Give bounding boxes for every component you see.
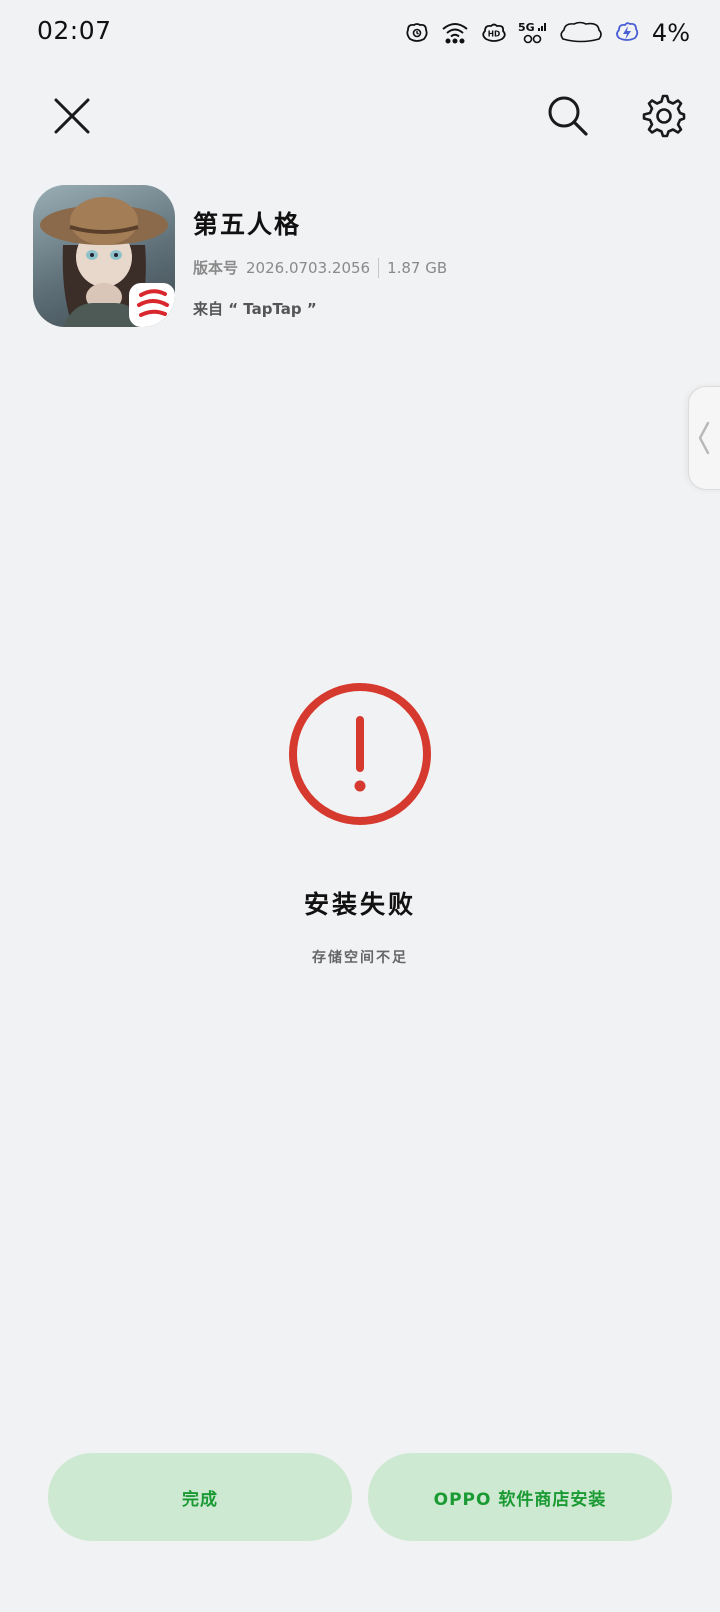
side-panel-handle[interactable] — [688, 386, 720, 490]
wifi-icon — [442, 23, 468, 44]
battery-percent: 4% — [651, 19, 690, 47]
status-time: 02:07 — [37, 16, 112, 45]
version-value: 2026.0703.2056 — [246, 258, 371, 277]
version-label: 版本号 — [193, 259, 239, 277]
meta-divider — [378, 257, 380, 278]
result-subtitle: 存储空间不足 — [312, 950, 408, 966]
app-icon-artwork — [40, 197, 175, 327]
svg-text:HD: HD — [488, 30, 501, 39]
hd-icon: HD — [482, 23, 506, 42]
alarm-icon — [406, 23, 428, 42]
status-bar: 02:07 HD 5G 4% — [0, 0, 720, 64]
search-button[interactable] — [538, 86, 598, 146]
done-button[interactable]: 完成 — [48, 1453, 352, 1541]
close-button[interactable] — [42, 86, 102, 146]
charging-icon — [616, 22, 639, 41]
app-source: 来自 “ TapTap ” — [193, 300, 317, 318]
close-icon — [54, 98, 90, 134]
signal-5g-icon: 5G — [518, 21, 546, 44]
app-info: 第五人格 版本号 2026.0703.2056 1.87 GB 来自 “ Tap… — [33, 185, 673, 327]
error-icon — [289, 683, 431, 825]
settings-button[interactable] — [634, 86, 694, 146]
search-icon — [548, 96, 588, 136]
store-install-button[interactable]: OPPO 软件商店安装 — [368, 1453, 672, 1541]
app-meta: 版本号 2026.0703.2056 1.87 GB — [193, 257, 447, 278]
bottom-actions: 完成 OPPO 软件商店安装 — [48, 1453, 672, 1541]
gear-icon — [642, 94, 686, 138]
status-icons: HD 5G 4% — [404, 18, 690, 48]
svg-text:5G: 5G — [518, 21, 535, 34]
app-icon — [33, 185, 175, 327]
app-name: 第五人格 — [193, 210, 302, 239]
app-size: 1.87 GB — [387, 258, 448, 277]
chevron-left-icon — [698, 421, 710, 455]
result-title: 安装失败 — [303, 890, 416, 919]
toolbar — [0, 80, 720, 152]
battery-icon — [560, 21, 602, 43]
